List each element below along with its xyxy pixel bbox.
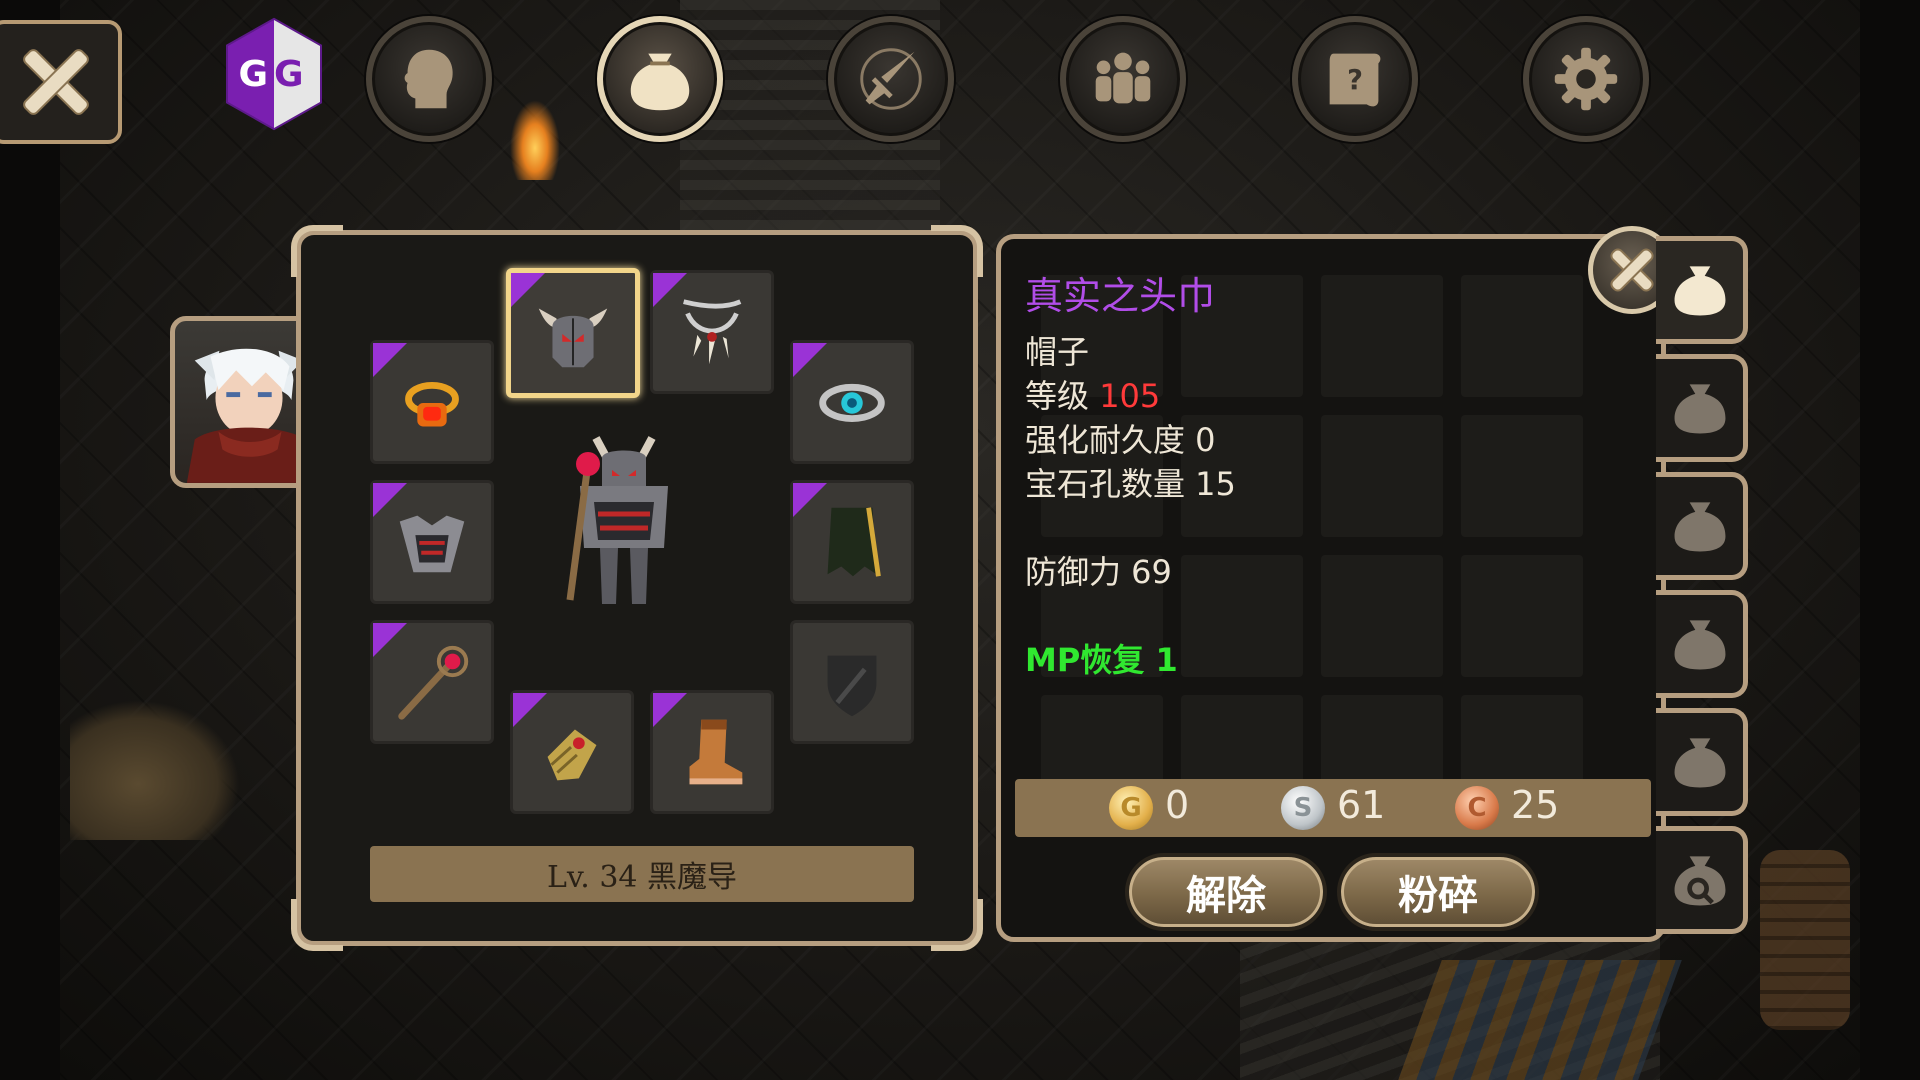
rarity-marker <box>793 483 827 517</box>
torch-flame <box>510 100 560 180</box>
right-edge <box>1860 0 1920 1080</box>
shield-placeholder-icon <box>827 655 877 717</box>
rarity-marker <box>793 343 827 377</box>
close-icon <box>24 50 88 114</box>
rarity-marker <box>373 623 407 657</box>
item-type: 帽子 <box>1025 333 1090 371</box>
panel-corner <box>291 225 343 277</box>
rarity-marker <box>653 693 687 727</box>
bag-icon <box>1674 620 1725 670</box>
item-defense: 防御力 69 <box>1025 553 1172 591</box>
svg-text:?: ? <box>1347 65 1363 96</box>
bag-icon <box>1674 384 1725 434</box>
bag-icon <box>1674 502 1725 552</box>
gg-letter-right: G <box>274 53 310 95</box>
left-edge <box>0 0 60 1080</box>
sword-compass-icon <box>860 48 922 110</box>
gear-icon <box>1554 47 1618 111</box>
inventory-cell <box>1321 415 1443 537</box>
bag-icon <box>630 53 690 111</box>
shatter-button[interactable]: 粉碎 <box>1337 853 1539 931</box>
tab-character[interactable] <box>366 16 492 142</box>
inventory-cell <box>1461 555 1583 677</box>
bag-icon <box>1674 738 1725 788</box>
silver-amount: 61 <box>1337 783 1386 827</box>
party-icon <box>1095 52 1151 104</box>
barrel <box>1760 850 1850 1030</box>
tab-inventory[interactable] <box>597 16 723 142</box>
game-guardian-logo[interactable]: G G <box>222 16 326 132</box>
rarity-marker <box>511 273 545 307</box>
item-level-label: 等级 <box>1025 377 1090 415</box>
gold-coin-icon: G <box>1109 786 1153 830</box>
item-bonus-stat: MP恢复 1 <box>1025 641 1178 679</box>
tab-settings[interactable] <box>1523 16 1649 142</box>
armored-mage-sprite <box>566 436 668 604</box>
slot-cape[interactable] <box>790 480 914 604</box>
item-info-panel: 真实之头巾 帽子 等级 105 强化耐久度 0 宝石孔数量 15 防御力 69 … <box>996 234 1666 942</box>
bag-search-icon <box>1674 856 1725 906</box>
tab-party[interactable] <box>1060 16 1186 142</box>
gg-letter-left: G <box>238 53 274 95</box>
quest-scroll-icon: ? <box>1329 53 1381 107</box>
unequip-button[interactable]: 解除 <box>1125 853 1327 931</box>
character-class-label: Lv. 34 黑魔导 <box>370 846 914 902</box>
close-menu-button[interactable] <box>0 20 122 144</box>
inventory-cell <box>1461 415 1583 537</box>
tab-skills[interactable] <box>828 16 954 142</box>
inventory-cell <box>1321 555 1443 677</box>
panel-corner <box>931 225 983 277</box>
rarity-marker <box>373 483 407 517</box>
copper-coin-icon: C <box>1455 786 1499 830</box>
tab-quests[interactable]: ? <box>1292 16 1418 142</box>
item-level-value: 105 <box>1099 377 1161 415</box>
slot-gloves[interactable] <box>510 690 634 814</box>
item-name: 真实之头巾 <box>1025 274 1216 318</box>
bag-tab-2[interactable] <box>1656 354 1748 462</box>
bag-icon <box>1674 266 1725 316</box>
slot-ring-left[interactable] <box>370 340 494 464</box>
inventory-cell <box>1321 275 1443 397</box>
bag-tab-4[interactable] <box>1656 590 1748 698</box>
bag-search-tab[interactable] <box>1656 826 1748 934</box>
gold-amount: 0 <box>1165 783 1190 827</box>
panel-corner <box>931 899 983 951</box>
copper-amount: 25 <box>1511 783 1560 827</box>
item-durability: 强化耐久度 0 <box>1025 421 1216 459</box>
panel-corner <box>291 899 343 951</box>
bag-tab-3[interactable] <box>1656 472 1748 580</box>
rarity-marker <box>513 693 547 727</box>
rarity-marker <box>373 343 407 377</box>
item-sockets: 宝石孔数量 15 <box>1025 465 1236 503</box>
inventory-cell <box>1461 275 1583 397</box>
head-icon <box>404 49 453 109</box>
slot-offhand[interactable] <box>790 620 914 744</box>
silver-coin-icon: S <box>1281 786 1325 830</box>
slot-weapon[interactable] <box>370 620 494 744</box>
close-icon <box>1612 250 1652 290</box>
slot-ring-right[interactable] <box>790 340 914 464</box>
bag-tab-1[interactable] <box>1656 236 1748 344</box>
item-level: 等级 105 <box>1025 371 1160 417</box>
character-figure <box>544 424 704 614</box>
slot-helmet[interactable] <box>506 268 640 398</box>
rarity-marker <box>653 273 687 307</box>
inventory-cell <box>1181 555 1303 677</box>
bag-tab-5[interactable] <box>1656 708 1748 816</box>
grain-sacks <box>70 700 240 840</box>
rug <box>1398 960 1682 1080</box>
currency-bar: G 0 S 61 C 25 <box>1015 779 1651 837</box>
slot-armor[interactable] <box>370 480 494 604</box>
slot-boots[interactable] <box>650 690 774 814</box>
slot-necklace[interactable] <box>650 270 774 394</box>
